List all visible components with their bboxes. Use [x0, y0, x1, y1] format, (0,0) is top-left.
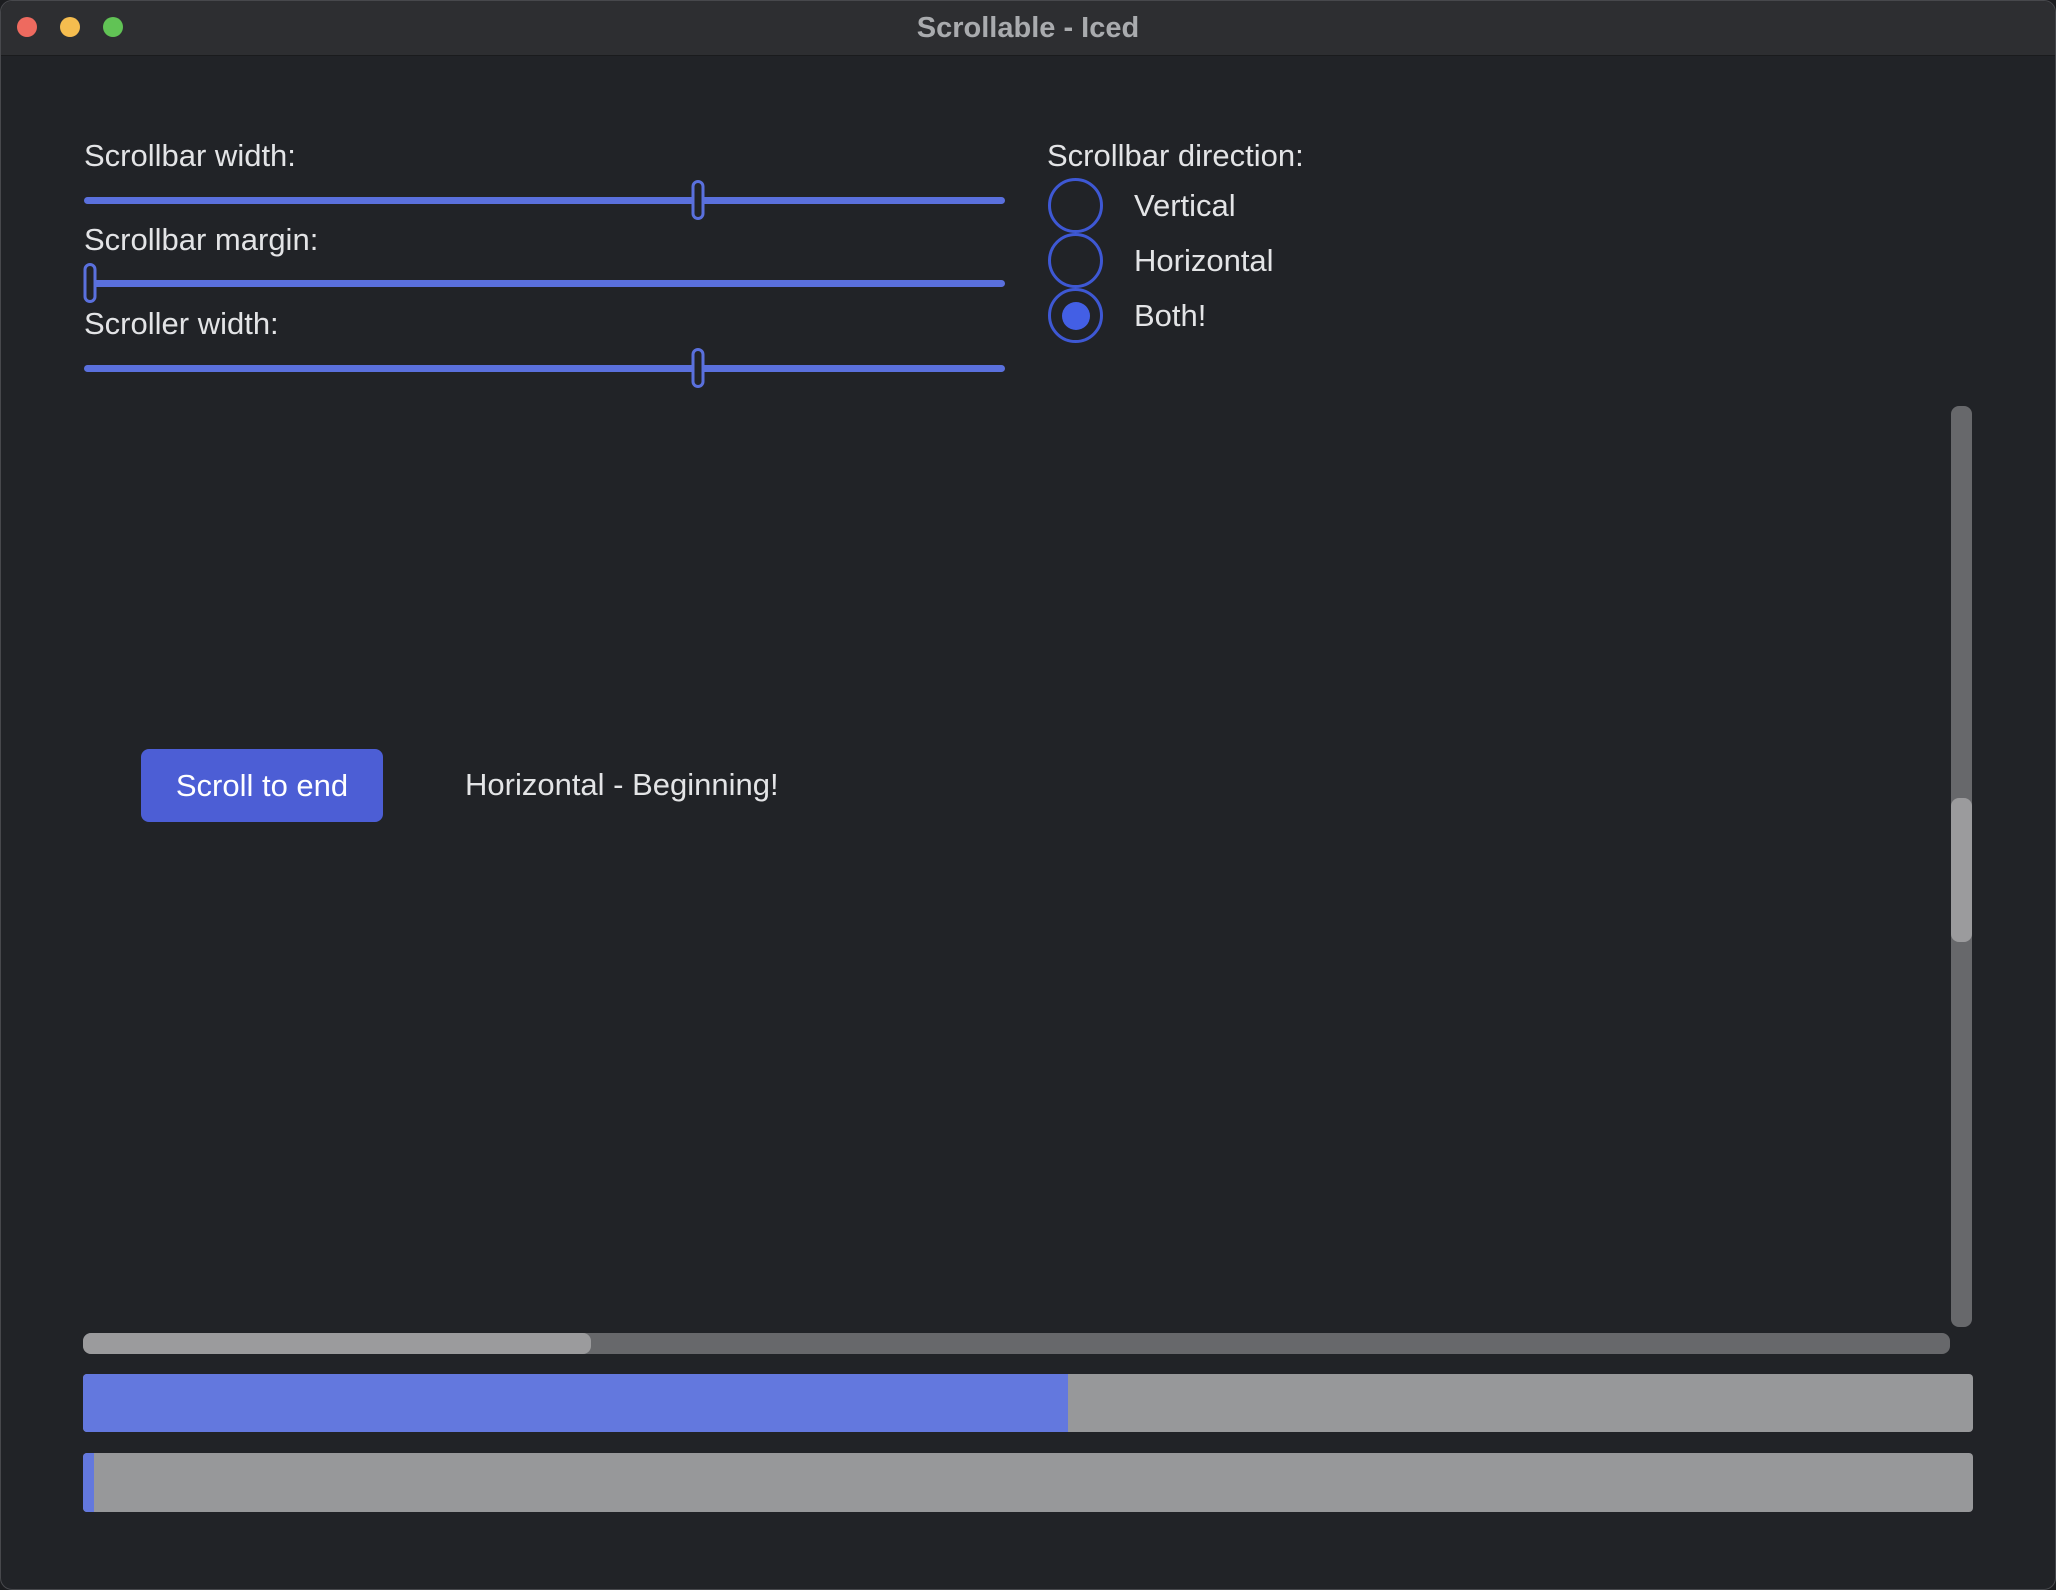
scrollbar-margin-slider-handle[interactable] — [84, 263, 97, 303]
scrollbar-margin-label: Scrollbar margin: — [84, 219, 318, 261]
scrollbar-width-slider-rail[interactable] — [84, 197, 1005, 204]
horizontal-progress-bar — [83, 1374, 1973, 1432]
radio-both[interactable] — [1048, 288, 1103, 343]
horizontal-scrollbar-thumb[interactable] — [83, 1333, 591, 1354]
scroller-width-slider-rail[interactable] — [84, 365, 1005, 372]
vertical-scrollbar-track[interactable] — [1951, 406, 1972, 1327]
vertical-progress-bar — [83, 1453, 1973, 1512]
scroller-width-slider-handle[interactable] — [692, 348, 705, 388]
titlebar[interactable]: Scrollable - Iced — [1, 1, 2055, 56]
scroller-width-label: Scroller width: — [84, 303, 279, 345]
radio-dot-icon — [1062, 302, 1090, 330]
app-window: Scrollable - Iced Scrollbar width: Scrol… — [0, 0, 2056, 1590]
vertical-progress-fill — [83, 1453, 94, 1512]
scrollbar-width-label: Scrollbar width: — [84, 135, 296, 177]
scrollbar-direction-label: Scrollbar direction: — [1047, 135, 1304, 177]
window-title: Scrollable - Iced — [1, 1, 2055, 56]
horizontal-scrollbar-track[interactable] — [83, 1333, 1950, 1354]
radio-vertical-label[interactable]: Vertical — [1134, 185, 1236, 227]
scroll-status-text: Horizontal - Beginning! — [465, 764, 779, 806]
horizontal-progress-fill — [83, 1374, 1068, 1432]
vertical-scrollbar-thumb[interactable] — [1951, 798, 1972, 942]
scrollbar-margin-slider-rail[interactable] — [84, 280, 1005, 287]
radio-both-label[interactable]: Both! — [1134, 295, 1206, 337]
radio-vertical[interactable] — [1048, 178, 1103, 233]
scroll-to-end-button[interactable]: Scroll to end — [141, 749, 383, 822]
radio-horizontal-label[interactable]: Horizontal — [1134, 240, 1274, 282]
radio-horizontal[interactable] — [1048, 233, 1103, 288]
scrollbar-width-slider-handle[interactable] — [692, 180, 705, 220]
